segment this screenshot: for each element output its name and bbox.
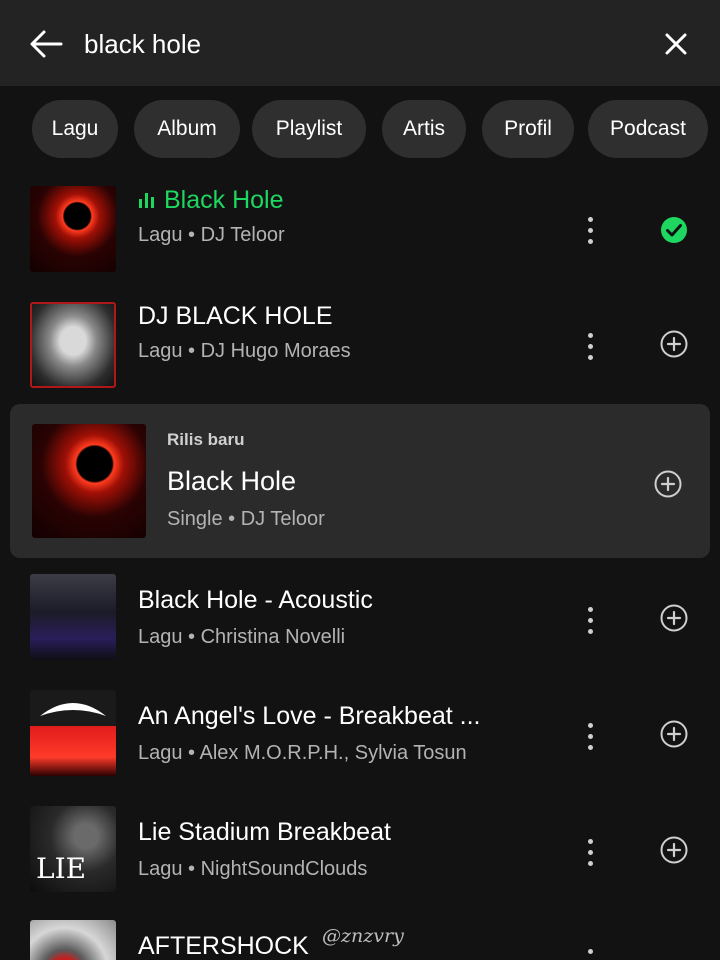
filter-chips: Lagu Album Playlist Artis Profil Podcast	[0, 100, 720, 158]
track-title-text: Black Hole	[164, 186, 284, 214]
album-art	[32, 424, 146, 538]
add-icon[interactable]	[656, 716, 692, 752]
add-icon[interactable]	[650, 466, 686, 502]
add-icon[interactable]	[656, 326, 692, 362]
chip-album[interactable]: Album	[134, 100, 240, 158]
back-button[interactable]	[24, 24, 68, 64]
track-subtitle: Lagu • NightSoundClouds	[138, 858, 368, 880]
track-title: Black Hole	[138, 186, 558, 215]
search-input[interactable]	[84, 22, 644, 66]
chip-podcast[interactable]: Podcast	[588, 100, 708, 158]
album-art	[30, 186, 116, 272]
chip-profil[interactable]: Profil	[482, 100, 574, 158]
more-options-button[interactable]	[576, 210, 604, 250]
result-row[interactable]: Black Hole - Acoustic Lagu • Christina N…	[0, 574, 720, 690]
track-subtitle: Lagu • Christina Novelli	[138, 626, 346, 648]
chip-lagu[interactable]: Lagu	[32, 100, 118, 158]
add-icon[interactable]	[656, 832, 692, 868]
chip-artis[interactable]: Artis	[382, 100, 466, 158]
new-release-label: Rilis baru	[167, 430, 245, 449]
clear-search-button[interactable]	[654, 24, 698, 64]
more-options-button[interactable]	[576, 600, 604, 640]
more-options-button[interactable]	[576, 326, 604, 366]
saved-check-icon[interactable]	[656, 212, 692, 248]
track-title: An Angel's Love - Breakbeat ...	[138, 702, 481, 730]
new-release-card[interactable]: Rilis baru Black Hole Single • DJ Teloor	[10, 404, 710, 558]
result-row[interactable]: An Angel's Love - Breakbeat ... Lagu • A…	[0, 690, 720, 806]
album-art	[30, 302, 116, 388]
close-icon	[665, 33, 687, 55]
search-bar	[0, 0, 720, 86]
more-options-button[interactable]	[576, 942, 604, 960]
result-row[interactable]: Black Hole Lagu • DJ Teloor	[0, 186, 720, 302]
add-icon[interactable]	[656, 600, 692, 636]
release-title: Black Hole	[167, 466, 297, 496]
album-art: LIE	[30, 806, 116, 892]
more-options-button[interactable]	[576, 832, 604, 872]
track-title: Black Hole - Acoustic	[138, 586, 373, 614]
track-title: Lie Stadium Breakbeat	[138, 818, 391, 846]
now-playing-icon	[138, 186, 164, 215]
track-subtitle: Lagu • DJ Hugo Moraes	[138, 340, 351, 362]
lie-cover-text: LIE	[36, 852, 87, 885]
chip-playlist[interactable]: Playlist	[252, 100, 366, 158]
arrow-left-icon	[30, 30, 63, 58]
armada-logo-icon	[40, 703, 106, 716]
result-row[interactable]: DJ BLACK HOLE Lagu • DJ Hugo Moraes	[0, 302, 720, 418]
result-row[interactable]: LIE Lie Stadium Breakbeat Lagu • NightSo…	[0, 806, 720, 922]
watermark: @znzvry	[322, 925, 404, 947]
track-subtitle: Lagu • Alex M.O.R.P.H., Sylvia Tosun	[138, 742, 467, 764]
track-title: DJ BLACK HOLE	[138, 302, 333, 330]
release-subtitle: Single • DJ Teloor	[167, 508, 325, 530]
track-subtitle: Lagu • DJ Teloor	[138, 224, 285, 246]
album-art	[30, 920, 116, 960]
album-art	[30, 574, 116, 660]
more-options-button[interactable]	[576, 716, 604, 756]
album-art	[30, 690, 116, 776]
